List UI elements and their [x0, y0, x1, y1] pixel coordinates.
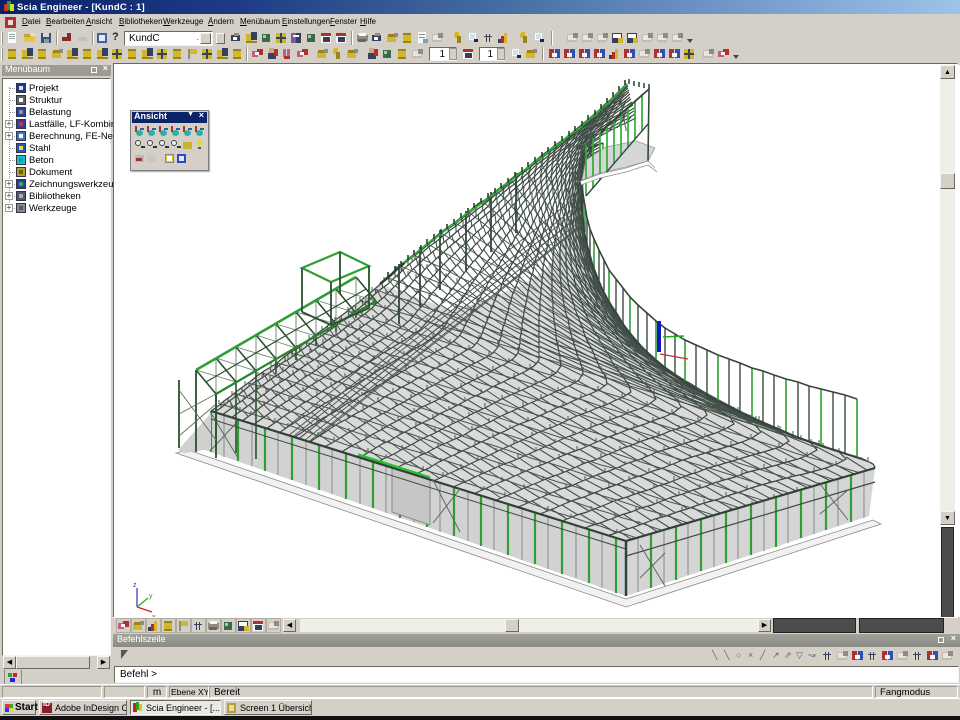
- svg-text:y: y: [149, 593, 153, 600]
- svg-text:z: z: [133, 582, 137, 589]
